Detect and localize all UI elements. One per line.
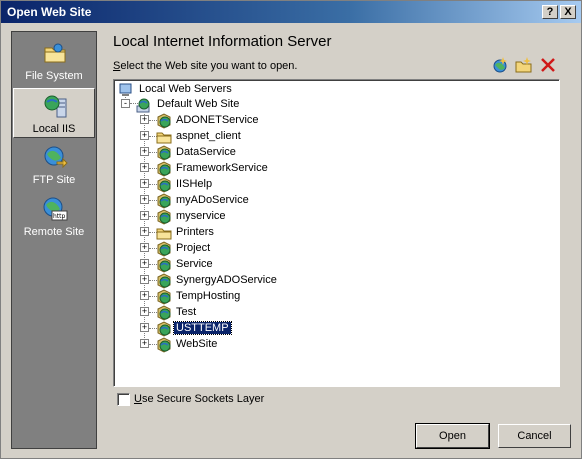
ssl-mnemonic: U <box>134 393 142 405</box>
ssl-checkbox[interactable] <box>117 393 130 406</box>
tree-node-label: SynergyADOService <box>176 274 277 286</box>
nav-file-system-label: File System <box>25 70 83 82</box>
ssl-label: Use Secure Sockets Layer <box>134 393 264 405</box>
nav-remote-site[interactable]: http Remote Site <box>13 192 95 242</box>
expand-node-button[interactable]: + <box>140 307 149 316</box>
expand-node-button[interactable]: + <box>140 243 149 252</box>
web-site-tree[interactable]: Local Web Servers - Default Web Site + AD… <box>113 79 560 387</box>
expand-node-button[interactable]: + <box>140 147 149 156</box>
collapse-default-web-site[interactable]: - <box>121 99 130 108</box>
help-button[interactable]: ? <box>542 5 558 19</box>
remote-globe-icon: http <box>43 197 68 221</box>
nav-ftp-site[interactable]: FTP Site <box>13 140 95 190</box>
page-title: Local Internet Information Server <box>113 33 332 50</box>
tree-node-label: ADONETService <box>176 114 259 126</box>
nav-remote-site-label: Remote Site <box>23 226 85 238</box>
tree-site-label: Default Web Site <box>157 98 240 110</box>
ssl-label-rest: se Secure Sockets Layer <box>141 393 265 405</box>
tree-node-label: myADoService <box>176 194 249 206</box>
tree-node-label: TempHosting <box>176 290 241 302</box>
expand-node-button[interactable]: + <box>140 323 149 332</box>
cancel-button[interactable]: Cancel <box>498 424 571 448</box>
instruction-text: Select the Web site you want to open. <box>113 60 297 72</box>
open-web-site-dialog: Open Web Site ? X File System Local IIS <box>0 0 582 459</box>
nav-local-iis-label: Local IIS <box>32 123 76 135</box>
tree-node-label: USTTEMP <box>173 321 232 335</box>
tree-node-label: Service <box>176 258 213 270</box>
tree-root-label: Local Web Servers <box>139 83 232 95</box>
nav-file-system[interactable]: File System <box>13 36 95 86</box>
expand-node-button[interactable]: + <box>140 131 149 140</box>
location-sidebar: File System Local IIS FTP Site http Remo… <box>11 31 97 449</box>
create-web-application-icon[interactable] <box>491 56 509 74</box>
expand-node-button[interactable]: + <box>140 115 149 124</box>
svg-text:http: http <box>53 213 66 220</box>
nav-local-iis[interactable]: Local IIS <box>13 88 95 138</box>
web-application-icon <box>156 337 172 356</box>
tree-node-label: aspnet_client <box>176 130 241 142</box>
ftp-globe-icon <box>44 146 68 169</box>
instruction-rest: elect the Web site you want to open. <box>120 60 298 72</box>
delete-icon[interactable] <box>539 56 557 74</box>
dialog-title: Open Web Site <box>7 5 92 19</box>
tree-node-label: WebSite <box>176 338 218 350</box>
folder-icon <box>44 43 66 63</box>
tree-node-label: myservice <box>176 210 226 222</box>
tree-node-label: Test <box>176 306 197 318</box>
expand-node-button[interactable]: + <box>140 227 149 236</box>
open-button[interactable]: Open <box>415 423 490 449</box>
tree-node-label: IISHelp <box>176 178 213 190</box>
default-web-site-icon <box>136 98 150 113</box>
expand-node-button[interactable]: + <box>140 291 149 300</box>
expand-node-button[interactable]: + <box>140 259 149 268</box>
create-virtual-directory-icon[interactable] <box>515 56 533 74</box>
nav-ftp-site-label: FTP Site <box>32 174 76 186</box>
expand-node-button[interactable]: + <box>140 195 149 204</box>
tree-node-label: Project <box>176 242 211 254</box>
expand-node-button[interactable]: + <box>140 179 149 188</box>
expand-node-button[interactable]: + <box>140 275 149 284</box>
expand-node-button[interactable]: + <box>140 211 149 220</box>
close-button[interactable]: X <box>560 5 576 19</box>
web-servers-icon <box>119 83 132 96</box>
tree-node-label: DataService <box>176 146 236 158</box>
tree-node-label: Printers <box>176 226 214 238</box>
tree-node-label: FrameworkService <box>176 162 268 174</box>
expand-node-button[interactable]: + <box>140 339 149 348</box>
iis-server-icon <box>44 95 67 118</box>
expand-node-button[interactable]: + <box>140 163 149 172</box>
title-bar[interactable]: Open Web Site ? X <box>1 1 581 23</box>
